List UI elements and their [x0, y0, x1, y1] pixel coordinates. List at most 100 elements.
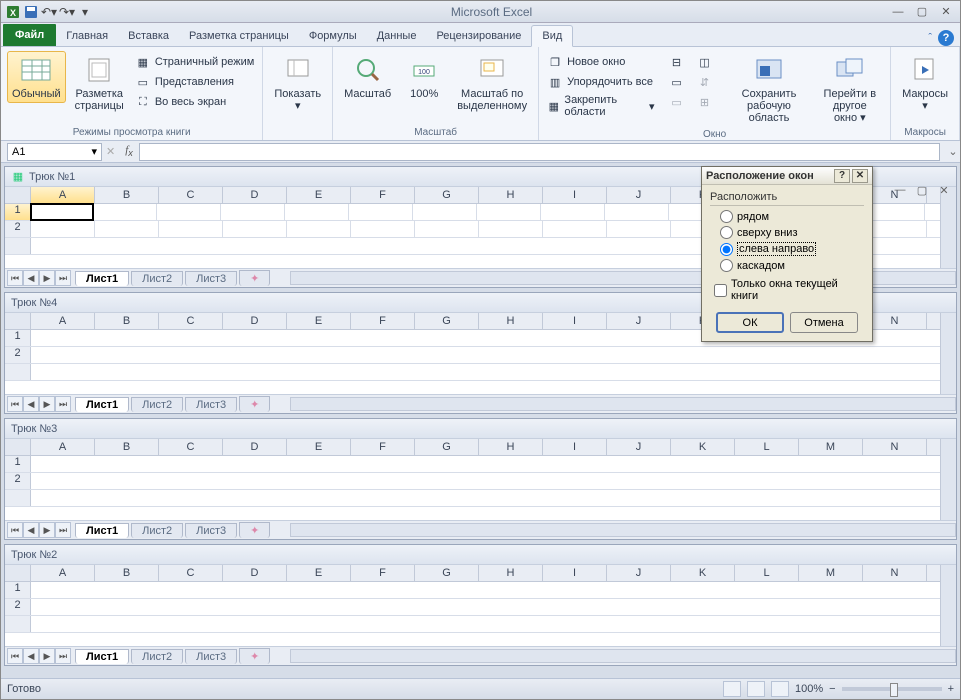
radio-tiled[interactable]: рядом	[720, 210, 864, 223]
wb-restore-button[interactable]: ▢	[914, 183, 930, 197]
arrange-all-button[interactable]: ▥Упорядочить все	[545, 73, 656, 91]
col-header[interactable]: F	[351, 187, 415, 203]
prev-sheet-button[interactable]: ◀	[23, 648, 39, 664]
page-layout-button[interactable]: Разметка страницы	[70, 51, 129, 115]
zoom-selection-button[interactable]: Масштаб по выделенному	[452, 51, 532, 115]
prev-sheet-button[interactable]: ◀	[23, 522, 39, 538]
new-sheet-button[interactable]: ✦	[239, 396, 270, 412]
prev-sheet-button[interactable]: ◀	[23, 396, 39, 412]
tab-formulas[interactable]: Формулы	[299, 26, 367, 46]
cell-a1[interactable]	[30, 203, 94, 221]
col-header[interactable]: K	[671, 565, 735, 581]
cell[interactable]	[157, 204, 221, 220]
col-header[interactable]: G	[415, 313, 479, 329]
page-break-preview-button[interactable]: ▦Страничный режим	[133, 53, 257, 71]
row-header[interactable]: 2	[5, 221, 31, 237]
cell[interactable]	[159, 221, 223, 237]
cell[interactable]	[93, 204, 157, 220]
first-sheet-button[interactable]: ⏮	[7, 396, 23, 412]
dialog-close-button[interactable]: ✕	[852, 169, 868, 183]
cell[interactable]	[479, 221, 543, 237]
full-screen-button[interactable]: ⛶Во весь экран	[133, 93, 257, 111]
col-header[interactable]: H	[479, 313, 543, 329]
sheet-tab[interactable]: Лист2	[131, 523, 183, 538]
cell[interactable]	[285, 204, 349, 220]
col-header[interactable]: C	[159, 565, 223, 581]
ribbon-minimize-icon[interactable]: ˆ	[928, 32, 932, 44]
wb-close-button[interactable]: ✕	[936, 183, 952, 197]
col-header[interactable]: N	[863, 565, 927, 581]
sheet-tab[interactable]: Лист1	[75, 397, 129, 412]
expand-formula-bar-icon[interactable]: ⌄	[946, 145, 960, 158]
col-header[interactable]: J	[607, 313, 671, 329]
col-header[interactable]: N	[863, 439, 927, 455]
cell[interactable]	[543, 221, 607, 237]
cell[interactable]	[415, 221, 479, 237]
select-all-corner[interactable]	[5, 565, 31, 581]
col-header[interactable]: C	[159, 439, 223, 455]
cell[interactable]	[287, 221, 351, 237]
col-header[interactable]: B	[95, 187, 159, 203]
sheet-tab[interactable]: Лист1	[75, 523, 129, 538]
row-header[interactable]: 1	[5, 330, 31, 346]
select-all-corner[interactable]	[5, 187, 31, 203]
checkbox-active-workbook[interactable]: Только окна текущей книги	[710, 276, 864, 308]
zoom-out-button[interactable]: −	[829, 683, 835, 695]
col-header[interactable]: I	[543, 439, 607, 455]
file-tab[interactable]: Файл	[3, 24, 56, 46]
zoom-button[interactable]: Масштаб	[339, 51, 396, 103]
col-header[interactable]: H	[479, 439, 543, 455]
row-header[interactable]: 2	[5, 599, 31, 615]
row-header[interactable]: 2	[5, 473, 31, 489]
col-header[interactable]: J	[607, 439, 671, 455]
col-header[interactable]: A	[31, 187, 95, 203]
sheet-tab[interactable]: Лист1	[75, 271, 129, 286]
sheet-tab[interactable]: Лист3	[185, 271, 237, 286]
formula-input[interactable]	[139, 143, 940, 161]
cell[interactable]	[605, 204, 669, 220]
macros-button[interactable]: Макросы▾	[897, 51, 953, 115]
col-header[interactable]: K	[671, 439, 735, 455]
row-header[interactable]: 2	[5, 347, 31, 363]
redo-icon[interactable]: ↷▾	[59, 4, 75, 20]
zoom-slider[interactable]	[842, 687, 942, 691]
col-header[interactable]: E	[287, 187, 351, 203]
fx-icon[interactable]: fx	[119, 144, 139, 158]
col-header[interactable]: B	[95, 313, 159, 329]
col-header[interactable]: M	[799, 439, 863, 455]
col-header[interactable]: B	[95, 439, 159, 455]
sheet-tab[interactable]: Лист2	[131, 397, 183, 412]
cell[interactable]	[351, 221, 415, 237]
horizontal-scrollbar[interactable]	[290, 523, 956, 537]
freeze-panes-button[interactable]: ▦Закрепить области ▾	[545, 93, 656, 119]
col-header[interactable]: I	[543, 313, 607, 329]
sheet-tab[interactable]: Лист2	[131, 271, 183, 286]
qat-customize-icon[interactable]: ▾	[77, 4, 93, 20]
col-header[interactable]: C	[159, 187, 223, 203]
cell[interactable]	[413, 204, 477, 220]
normal-view-status-button[interactable]	[723, 681, 741, 697]
col-header[interactable]: G	[415, 439, 479, 455]
help-icon[interactable]: ?	[938, 30, 954, 46]
col-header[interactable]: M	[799, 565, 863, 581]
col-header[interactable]: D	[223, 187, 287, 203]
tab-data[interactable]: Данные	[367, 26, 427, 46]
cell[interactable]	[95, 221, 159, 237]
radio-vertical[interactable]: слева направо	[720, 242, 864, 256]
tab-home[interactable]: Главная	[56, 26, 118, 46]
cell[interactable]	[541, 204, 605, 220]
name-box[interactable]: A1 ▾	[7, 143, 102, 161]
save-workspace-button[interactable]: Сохранить рабочую область	[727, 51, 812, 127]
zoom-100-button[interactable]: 100 100%	[400, 51, 448, 103]
ok-button[interactable]: ОК	[716, 312, 784, 333]
horizontal-scrollbar[interactable]	[290, 649, 956, 663]
prev-sheet-button[interactable]: ◀	[23, 270, 39, 286]
next-sheet-button[interactable]: ▶	[39, 396, 55, 412]
last-sheet-button[interactable]: ⏭	[55, 396, 71, 412]
last-sheet-button[interactable]: ⏭	[55, 522, 71, 538]
col-header[interactable]: F	[351, 313, 415, 329]
col-header[interactable]: L	[735, 565, 799, 581]
col-header[interactable]: B	[95, 565, 159, 581]
row-header[interactable]	[5, 490, 31, 506]
wb-minimize-button[interactable]: —	[892, 183, 908, 197]
